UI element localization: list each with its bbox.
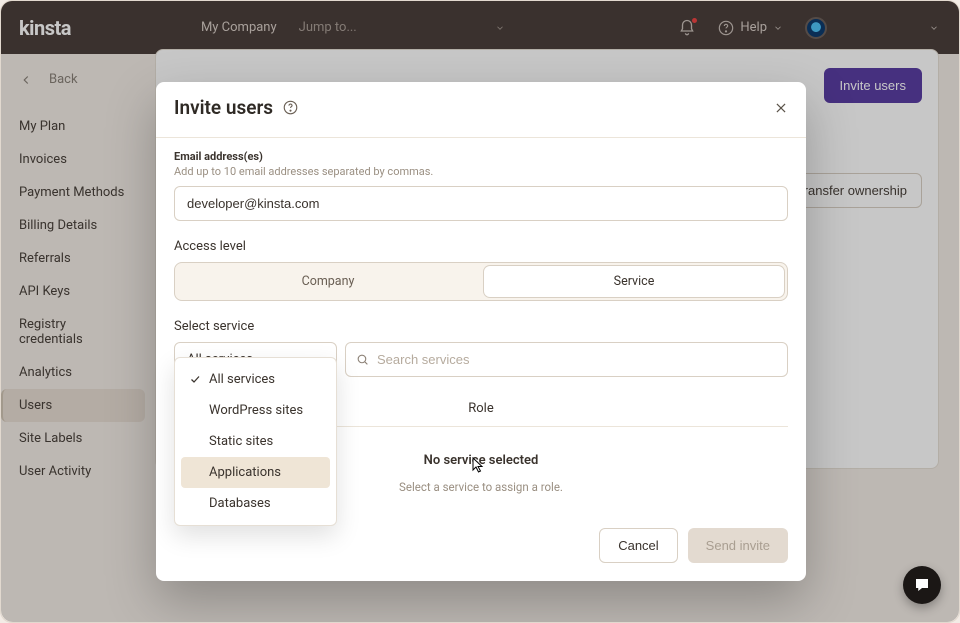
select-service-label: Select service (174, 319, 788, 334)
chat-launcher[interactable] (903, 566, 941, 604)
seg-service[interactable]: Service (484, 266, 784, 297)
email-label: Email address(es) (174, 150, 788, 163)
help-icon[interactable] (283, 100, 298, 115)
dropdown-item-wordpress-sites[interactable]: WordPress sites (181, 395, 330, 426)
chat-icon (913, 576, 931, 594)
dropdown-item-label: WordPress sites (209, 403, 303, 418)
dropdown-item-label: Databases (209, 496, 271, 511)
search-icon (356, 353, 369, 366)
seg-company[interactable]: Company (178, 266, 478, 297)
email-sublabel: Add up to 10 email addresses separated b… (174, 165, 788, 178)
dropdown-item-label: All services (209, 372, 275, 387)
search-services-wrap[interactable] (345, 342, 788, 377)
close-icon (774, 101, 788, 115)
invite-users-modal: Invite users Email address(es) Add up to… (156, 82, 806, 581)
email-input[interactable] (174, 186, 788, 221)
access-level-label: Access level (174, 239, 788, 254)
dropdown-item-label: Static sites (209, 434, 273, 449)
dropdown-item-all-services[interactable]: All services (181, 364, 330, 395)
dropdown-item-label: Applications (209, 465, 281, 480)
send-invite-button[interactable]: Send invite (688, 528, 788, 563)
modal-title: Invite users (174, 96, 273, 119)
cancel-button[interactable]: Cancel (599, 528, 677, 563)
access-level-segmented: Company Service (174, 262, 788, 301)
close-button[interactable] (774, 101, 788, 115)
service-dropdown: All services WordPress sites Static site… (174, 357, 337, 526)
search-services-input[interactable] (377, 343, 777, 376)
dropdown-item-static-sites[interactable]: Static sites (181, 426, 330, 457)
check-icon (189, 373, 201, 385)
dropdown-item-databases[interactable]: Databases (181, 488, 330, 519)
dropdown-item-applications[interactable]: Applications (181, 457, 330, 488)
